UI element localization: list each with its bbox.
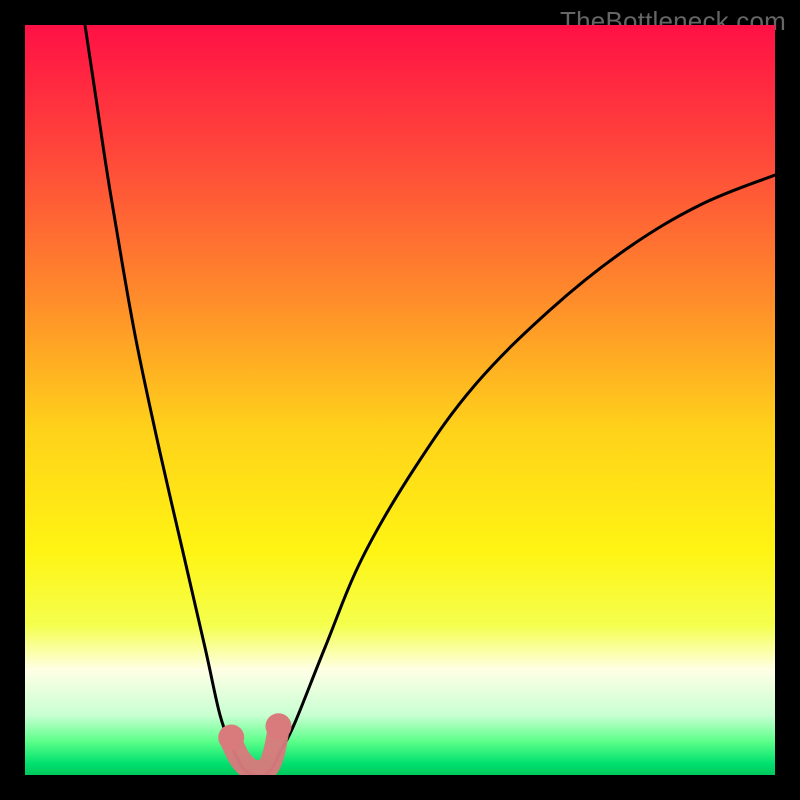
highlight-dot: [218, 725, 244, 751]
highlight-dot: [266, 713, 292, 739]
chart-frame: TheBottleneck.com: [0, 0, 800, 800]
gradient-background: [25, 25, 775, 775]
bottleneck-plot: [25, 25, 775, 775]
